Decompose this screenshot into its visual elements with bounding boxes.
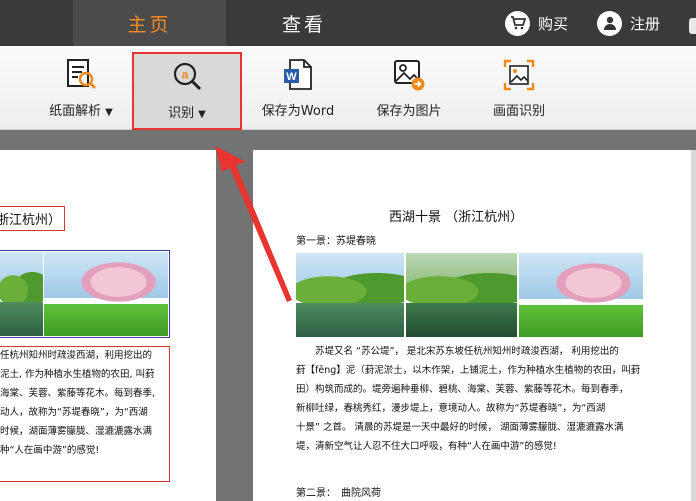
dropdown-triangle-icon: ▼ (105, 107, 113, 118)
scene-one-label: 第一景：苏堤春晓 (296, 236, 376, 247)
buy-button[interactable]: 购买 (505, 9, 568, 37)
user-icon (597, 10, 622, 36)
screen-recognize-label: 画面识别 (492, 104, 545, 119)
screen-recognize-button[interactable]: 画面识别 (478, 52, 560, 124)
save-as-word-button[interactable]: W 保存为Word (252, 52, 344, 124)
window-edge-handle (689, 18, 696, 34)
tab-view[interactable]: 查看 (240, 0, 368, 46)
save-as-image-button[interactable]: 保存为图片 (366, 52, 452, 124)
tab-home[interactable]: 主页 (73, 0, 226, 46)
lake-photo (296, 253, 404, 337)
doc-search-icon (67, 59, 97, 90)
source-paragraph: 任杭州知州时疏浚西湖，利用挖出的 泥土, 作为种植水生植物的农田, 叫葑 海棠、… (0, 346, 168, 460)
source-title: 浙江杭州） (0, 206, 66, 231)
paper-parse-button[interactable]: 纸面解析 ▼ (38, 52, 124, 124)
result-line: 新柳吐绿，春桃秀红，漫步堤上，意境动人。故称为“苏堤春晓”，为“西湖 (296, 403, 606, 414)
scene-two-label: 第二景： 曲院风荷 (296, 488, 381, 499)
result-line: 堤，清新空气让人忍不住大口呼吸，有种“人在画中游”的感觉! (296, 441, 557, 452)
top-nav-bar: 主页 查看 购买 注册 (0, 0, 696, 46)
source-line: 海棠、芙蓉、紫藤等花木。每到春季, (0, 388, 156, 399)
buy-label: 购买 (538, 14, 569, 33)
result-page[interactable]: 西湖十景 （浙江杭州） 第一景：苏堤春晓 苏堤又名 “苏公堤”， 是北宋苏东坡任… (253, 150, 691, 501)
lake-photo (0, 252, 43, 336)
save-as-image-label: 保存为图片 (376, 104, 442, 119)
result-paragraph: 苏堤又名 “苏公堤”， 是北宋苏东坡任杭州知州时疏浚西湖， 利用挖出的 葑【fē… (296, 342, 664, 456)
paper-parse-label: 纸面解析 (49, 104, 102, 119)
register-label: 注册 (630, 14, 661, 33)
source-line: 任杭州知州时疏浚西湖，利用挖出的 (0, 350, 153, 361)
source-line: 时候，湖面薄雾朦胧、湿漉漉露水满 (0, 426, 153, 437)
svg-text:a: a (182, 68, 189, 82)
result-line: 葑【fēng】泥（葑泥淤土，以木作架，上铺泥土，作为种植水生植物的农田，叫葑 (296, 365, 641, 376)
blossom-photo (44, 252, 168, 336)
source-line: 泥土, 作为种植水生植物的农田, 叫葑 (0, 369, 155, 380)
dropdown-triangle-icon: ▼ (198, 109, 206, 120)
blossom-photo (519, 253, 643, 337)
result-line: 十景” 之首。 清晨的苏堤是一天中最好的时候， 湖面薄雾朦胧、湿漉漉露水满 (296, 422, 624, 433)
result-title: 西湖十景 （浙江杭州） (389, 210, 524, 225)
source-line: 动人，故称为“苏堤春晓”，为“西湖 (0, 407, 148, 418)
save-image-icon (394, 60, 425, 91)
ocr-recognize-icon: a (173, 62, 202, 91)
word-doc-icon: W (284, 59, 312, 90)
save-as-word-label: 保存为Word (261, 104, 335, 119)
vertical-scrollbar[interactable] (691, 150, 696, 501)
willow-photo (406, 253, 517, 337)
recognize-label: 识别 (168, 106, 195, 121)
register-button[interactable]: 注册 (597, 9, 660, 37)
source-line: 种“人在画中游”的感觉! (0, 445, 100, 456)
recognize-button[interactable]: a 识别 ▼ (132, 52, 242, 130)
source-page[interactable]: 浙江杭州） 任杭州知州时疏浚西湖，利用挖出的 泥土, 作为种植水生植物的农田, … (0, 150, 216, 501)
ribbon-toolbar: 纸面解析 ▼ a 识别 ▼ W 保存为Word 保存为图片 画面识别 (0, 46, 696, 130)
result-line: 苏堤又名 “苏公堤”， 是北宋苏东坡任杭州知州时疏浚西湖， 利用挖出的 (315, 346, 619, 357)
screen-recognize-icon (503, 59, 535, 91)
cart-icon (505, 10, 530, 36)
svg-text:W: W (286, 71, 297, 83)
result-line: 田）构筑而成的。堤旁遍种垂柳、碧桃、海棠、芙蓉、紫藤等花木。每到春季， (296, 384, 629, 395)
